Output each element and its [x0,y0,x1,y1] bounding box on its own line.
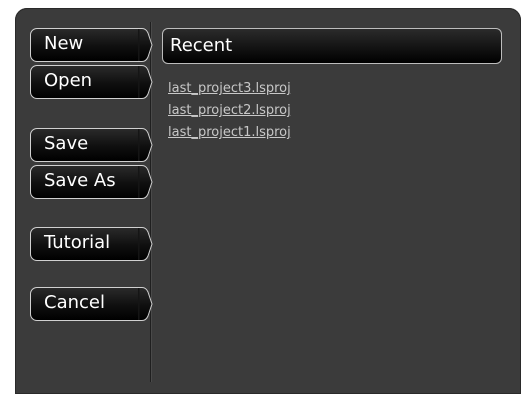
new-button[interactable]: New [30,28,153,62]
arrow-tip-icon [138,165,153,199]
recent-header: Recent [162,28,502,64]
recent-file-link[interactable]: last_project3.lsproj [168,81,291,96]
list-item: last_project2.lsproj [168,100,291,122]
recent-title: Recent [170,35,233,56]
save-button-label: Save [44,133,89,154]
cancel-button[interactable]: Cancel [30,287,153,321]
tutorial-button[interactable]: Tutorial [30,227,153,261]
list-item: last_project3.lsproj [168,78,291,100]
save-button[interactable]: Save [30,128,153,162]
recent-files-list: last_project3.lsproj last_project2.lspro… [168,78,291,144]
save-as-button[interactable]: Save As [30,165,153,199]
recent-file-link[interactable]: last_project1.lsproj [168,125,291,140]
new-button-label: New [44,33,84,54]
open-button[interactable]: Open [30,65,153,99]
open-button-label: Open [44,70,93,91]
recent-file-link[interactable]: last_project2.lsproj [168,103,291,118]
arrow-tip-icon [138,128,153,162]
arrow-tip-icon [138,65,153,99]
arrow-tip-icon [138,227,153,261]
file-menu-dialog: New Open Save Save As Tutorial Cancel Re… [15,8,521,394]
list-item: last_project1.lsproj [168,122,291,144]
arrow-tip-icon [138,28,153,62]
cancel-button-label: Cancel [44,292,105,313]
arrow-tip-icon [138,287,153,321]
save-as-button-label: Save As [44,170,116,191]
tutorial-button-label: Tutorial [44,232,111,253]
